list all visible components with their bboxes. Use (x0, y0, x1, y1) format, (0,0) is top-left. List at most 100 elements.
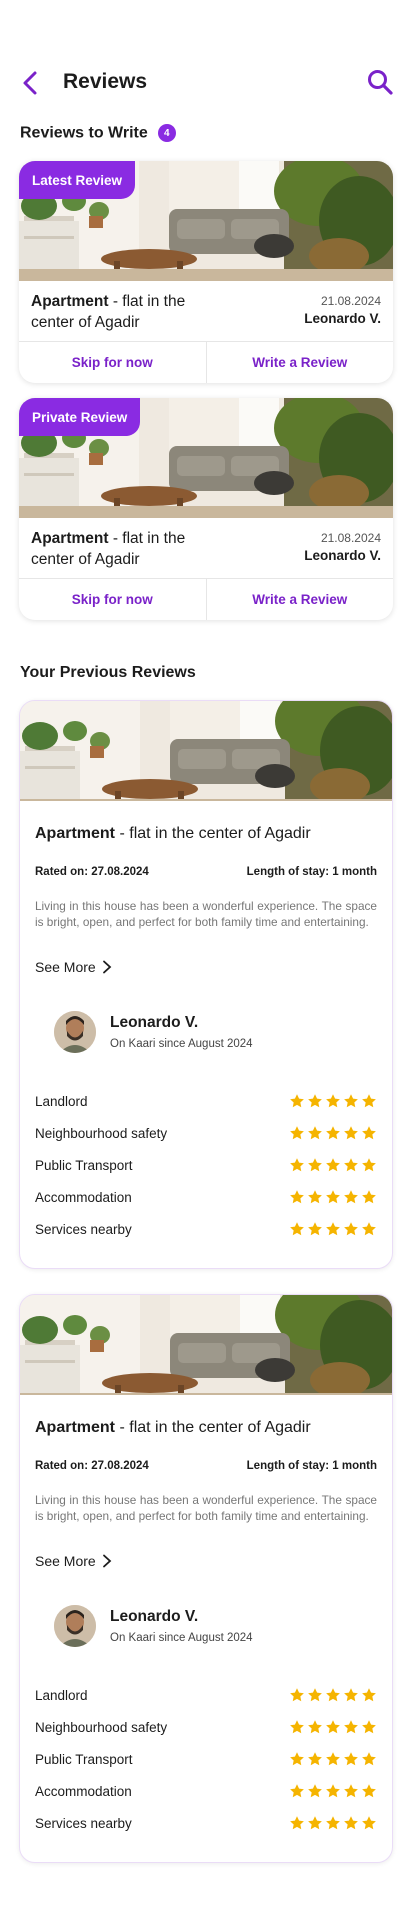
reviews-count-badge: 4 (157, 124, 176, 142)
rating-label: Landlord (35, 1687, 88, 1703)
star-icon (289, 1093, 305, 1109)
member-since: On Kaari since August 2024 (110, 1632, 253, 1644)
star-icon (343, 1157, 359, 1173)
star-icon (289, 1125, 305, 1141)
star-icon (343, 1221, 359, 1237)
star-icon (343, 1751, 359, 1767)
see-more-link[interactable]: See More (35, 1553, 112, 1569)
latest-review-tag: Latest Review (19, 161, 136, 199)
star-icon (307, 1687, 323, 1703)
star-icon (361, 1125, 377, 1141)
rating-row: Accommodation (35, 1186, 377, 1208)
star-icon (325, 1157, 341, 1173)
rating-row: Public Transport (35, 1154, 377, 1176)
card-actions: Skip for now Write a Review (19, 342, 393, 383)
property-name: Apartment - flat in the center of Agadir (31, 528, 221, 570)
see-more-link[interactable]: See More (35, 959, 112, 975)
property-name: Apartment - flat in the center of Agadir (35, 1419, 311, 1437)
property-info: Apartment - flat in the center of Agadir… (19, 518, 393, 579)
rating-row: Public Transport (35, 1748, 377, 1770)
star-icon (361, 1189, 377, 1205)
star-icon (289, 1719, 305, 1735)
skip-for-now-button[interactable]: Skip for now (19, 342, 206, 383)
search-button[interactable] (364, 66, 396, 98)
rating-label: Neighbourhood safety (35, 1125, 168, 1141)
reviews-to-write-heading: Reviews to Write 4 (20, 124, 176, 143)
star-icon (325, 1783, 341, 1799)
star-icon (325, 1189, 341, 1205)
star-icon (307, 1783, 323, 1799)
star-icon (343, 1783, 359, 1799)
avatar (54, 1605, 96, 1647)
private-review-tag: Private Review (19, 398, 141, 436)
star-icon (307, 1751, 323, 1767)
star-rating (289, 1093, 377, 1109)
star-icon (289, 1783, 305, 1799)
chevron-right-icon (102, 1554, 112, 1568)
landlord-name: Leonardo V. (304, 548, 381, 563)
star-icon (307, 1221, 323, 1237)
previous-reviews-heading: Your Previous Reviews (20, 664, 196, 681)
star-icon (343, 1093, 359, 1109)
property-type: Apartment (35, 825, 116, 842)
see-more-label: See More (35, 1553, 96, 1569)
property-info: Apartment - flat in the center of Agadir… (19, 281, 393, 342)
star-rating (289, 1157, 377, 1173)
rated-on: Rated on: 27.08.2024 (35, 866, 149, 878)
star-rating (289, 1125, 377, 1141)
star-icon (325, 1815, 341, 1831)
reviews-to-write-title: Reviews to Write (20, 124, 148, 142)
star-icon (325, 1751, 341, 1767)
star-icon (343, 1189, 359, 1205)
back-button[interactable] (16, 68, 44, 98)
rating-label: Neighbourhood safety (35, 1719, 168, 1735)
star-icon (361, 1221, 377, 1237)
star-icon (307, 1815, 323, 1831)
rating-row: Accommodation (35, 1780, 377, 1802)
star-icon (361, 1093, 377, 1109)
app-header: Reviews (0, 62, 412, 104)
write-review-card: Latest Review Apartment - flat in the ce… (19, 161, 393, 383)
rated-on: Rated on: 27.08.2024 (35, 1460, 149, 1472)
write-a-review-button[interactable]: Write a Review (205, 342, 394, 383)
rating-row: Landlord (35, 1684, 377, 1706)
star-icon (307, 1125, 323, 1141)
star-icon (343, 1687, 359, 1703)
property-description: - flat in the center of Agadir (119, 825, 311, 842)
star-icon (361, 1815, 377, 1831)
card-actions: Skip for now Write a Review (19, 579, 393, 620)
skip-for-now-button[interactable]: Skip for now (19, 579, 206, 620)
star-icon (361, 1157, 377, 1173)
star-icon (289, 1815, 305, 1831)
star-rating (289, 1751, 377, 1767)
landlord-name: Leonardo V. (304, 311, 381, 326)
star-icon (325, 1719, 341, 1735)
star-icon (307, 1719, 323, 1735)
review-date: 21.08.2024 (320, 294, 381, 308)
page-title: Reviews (63, 70, 148, 93)
rating-label: Public Transport (35, 1157, 133, 1173)
star-icon (361, 1719, 377, 1735)
see-more-label: See More (35, 959, 96, 975)
star-rating (289, 1687, 377, 1703)
rating-label: Accommodation (35, 1189, 132, 1205)
star-icon (343, 1125, 359, 1141)
rating-row: Neighbourhood safety (35, 1716, 377, 1738)
star-icon (343, 1719, 359, 1735)
star-rating (289, 1815, 377, 1831)
rating-row: Neighbourhood safety (35, 1122, 377, 1144)
property-name: Apartment - flat in the center of Agadir (35, 825, 311, 843)
rating-label: Services nearby (35, 1815, 132, 1831)
rating-label: Accommodation (35, 1783, 132, 1799)
star-icon (361, 1783, 377, 1799)
write-a-review-button[interactable]: Write a Review (205, 579, 394, 620)
property-photo (20, 1295, 392, 1395)
property-type: Apartment (31, 530, 109, 547)
member-since: On Kaari since August 2024 (110, 1038, 253, 1050)
star-icon (289, 1751, 305, 1767)
rating-label: Public Transport (35, 1751, 133, 1767)
search-icon (368, 70, 393, 95)
rating-label: Landlord (35, 1093, 88, 1109)
star-icon (307, 1093, 323, 1109)
star-icon (325, 1093, 341, 1109)
